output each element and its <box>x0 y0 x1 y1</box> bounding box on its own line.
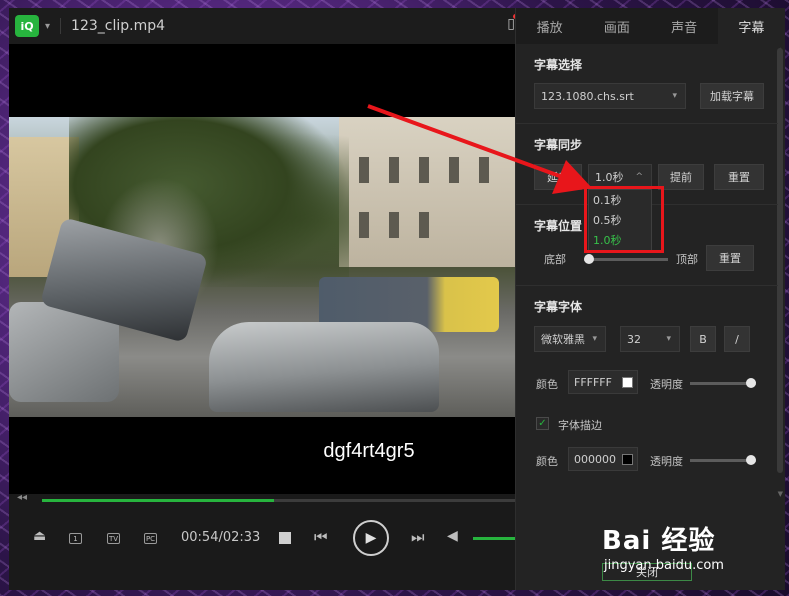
window <box>389 212 399 238</box>
pc-cast-icon[interactable]: PC <box>144 533 157 544</box>
section-subtitle-font: 字幕字体 <box>534 300 583 314</box>
phone-icon[interactable]: ▯ <box>507 14 518 32</box>
slider-knob[interactable] <box>746 455 756 465</box>
chevron-down-icon: ▾ <box>672 91 677 101</box>
color-label: 颜色 <box>536 378 558 391</box>
slider-knob[interactable] <box>584 254 594 264</box>
font-size-value: 32 <box>627 332 641 346</box>
italic-button[interactable]: / <box>724 326 750 352</box>
tab-picture[interactable]: 画面 <box>583 8 650 44</box>
play-button[interactable]: ▶ <box>353 520 389 556</box>
chevron-down-icon: ▾ <box>666 334 671 344</box>
title-bar: iQ ▾ 123_clip.mp4 ▯ <box>9 8 518 44</box>
window <box>419 157 429 183</box>
window <box>419 212 429 238</box>
panel-scrollbar[interactable] <box>777 48 783 473</box>
video-frame <box>9 117 515 417</box>
tv-cast-icon[interactable]: TV <box>107 533 120 544</box>
outline-label: 字体描边 <box>558 419 602 432</box>
advance-button[interactable]: 提前 <box>658 164 704 190</box>
car <box>209 322 439 412</box>
outline-color-value: 000000 <box>574 452 616 466</box>
video-player-window: iQ ▾ 123_clip.mp4 ▯ dgf4rt4gr5 ◂◂ ⏏ 1 TV… <box>9 8 785 590</box>
opacity-slider[interactable] <box>690 378 756 388</box>
volume-slider[interactable] <box>473 537 515 540</box>
position-reset-button[interactable]: 重置 <box>706 245 754 271</box>
outline-color-label: 颜色 <box>536 455 558 468</box>
window <box>389 157 399 183</box>
section-subtitle-select: 字幕选择 <box>534 58 583 72</box>
divider <box>60 18 62 34</box>
settings-panel: 播放 画面 声音 字幕 ▲ ▼ 字幕选择 123.1080.chs.srt ▾ … <box>515 8 785 590</box>
subtitle-file-value: 123.1080.chs.srt <box>541 89 634 103</box>
window <box>359 212 369 238</box>
file-title: 123_clip.mp4 <box>71 18 165 34</box>
outline-color-field[interactable]: 000000 <box>568 447 638 471</box>
delay-button[interactable]: 延后 <box>534 164 582 190</box>
position-top-label: 顶部 <box>676 253 698 266</box>
outline-checkbox[interactable]: ✓ <box>536 417 549 430</box>
subtitle-file-select[interactable]: 123.1080.chs.srt ▾ <box>534 83 686 109</box>
font-color-value: FFFFFF <box>574 375 612 389</box>
next-icon[interactable]: ⏭ <box>411 528 425 546</box>
divider <box>516 123 778 124</box>
progress-track[interactable] <box>42 499 515 502</box>
chevron-down-icon[interactable]: ▾ <box>45 21 50 32</box>
color-swatch <box>622 377 633 388</box>
font-color-field[interactable]: FFFFFF <box>568 370 638 394</box>
time-display: 00:54/02:33 <box>181 530 261 545</box>
app-logo-icon[interactable]: iQ <box>15 15 39 37</box>
chevron-up-icon: ^ <box>635 172 643 182</box>
position-bottom-label: 底部 <box>544 253 566 266</box>
divider <box>516 285 778 286</box>
title-icons: ▯ <box>507 14 518 32</box>
sync-step-value: 1.0秒 <box>595 171 624 184</box>
section-subtitle-position: 字幕位置 <box>534 219 583 233</box>
position-slider[interactable] <box>584 254 668 264</box>
color-swatch <box>622 454 633 465</box>
tab-sound[interactable]: 声音 <box>651 8 718 44</box>
section-subtitle-sync: 字幕同步 <box>534 138 583 152</box>
highlight-box <box>584 186 664 253</box>
watermark-brand: Bai 经验 <box>602 526 716 556</box>
scroll-down-icon[interactable]: ▼ <box>778 490 783 498</box>
sync-reset-button[interactable]: 重置 <box>714 164 764 190</box>
progress-fill <box>42 499 274 502</box>
check-icon: ✓ <box>538 418 547 429</box>
screen-1-icon[interactable]: 1 <box>69 533 82 544</box>
progress-bar[interactable]: ◂◂ <box>9 492 515 506</box>
font-family-select[interactable]: 微软雅黑 ▾ <box>534 326 606 352</box>
video-area[interactable]: dgf4rt4gr5 <box>9 44 515 494</box>
window <box>359 157 369 183</box>
opacity-label: 透明度 <box>650 378 683 391</box>
font-family-value: 微软雅黑 <box>541 333 585 346</box>
outline-opacity-slider[interactable] <box>690 455 756 465</box>
eject-icon[interactable]: ⏏ <box>33 528 46 544</box>
building-right <box>339 117 515 267</box>
stop-button[interactable] <box>279 532 291 544</box>
bold-button[interactable]: B <box>690 326 716 352</box>
outline-opacity-label: 透明度 <box>650 455 683 468</box>
window <box>449 157 459 183</box>
tab-play[interactable]: 播放 <box>516 8 583 44</box>
font-size-select[interactable]: 32 ▾ <box>620 326 680 352</box>
watermark-url: jingyan.baidu.com <box>604 558 724 573</box>
volume-icon[interactable]: ◀ <box>447 528 458 544</box>
control-bar: ⏏ 1 TV PC 00:54/02:33 ⏮ ▶ ⏭ ◀ <box>9 506 515 590</box>
play-icon: ▶ <box>365 530 377 546</box>
window <box>479 157 489 183</box>
panel-tabs: 播放 画面 声音 字幕 <box>516 8 785 44</box>
slider-knob[interactable] <box>746 378 756 388</box>
chevron-down-icon: ▾ <box>592 334 597 344</box>
load-subtitle-button[interactable]: 加载字幕 <box>700 83 764 109</box>
previous-icon[interactable]: ⏮ <box>314 528 328 546</box>
rewind-icon[interactable]: ◂◂ <box>17 492 27 503</box>
tab-subtitle[interactable]: 字幕 <box>717 8 785 44</box>
